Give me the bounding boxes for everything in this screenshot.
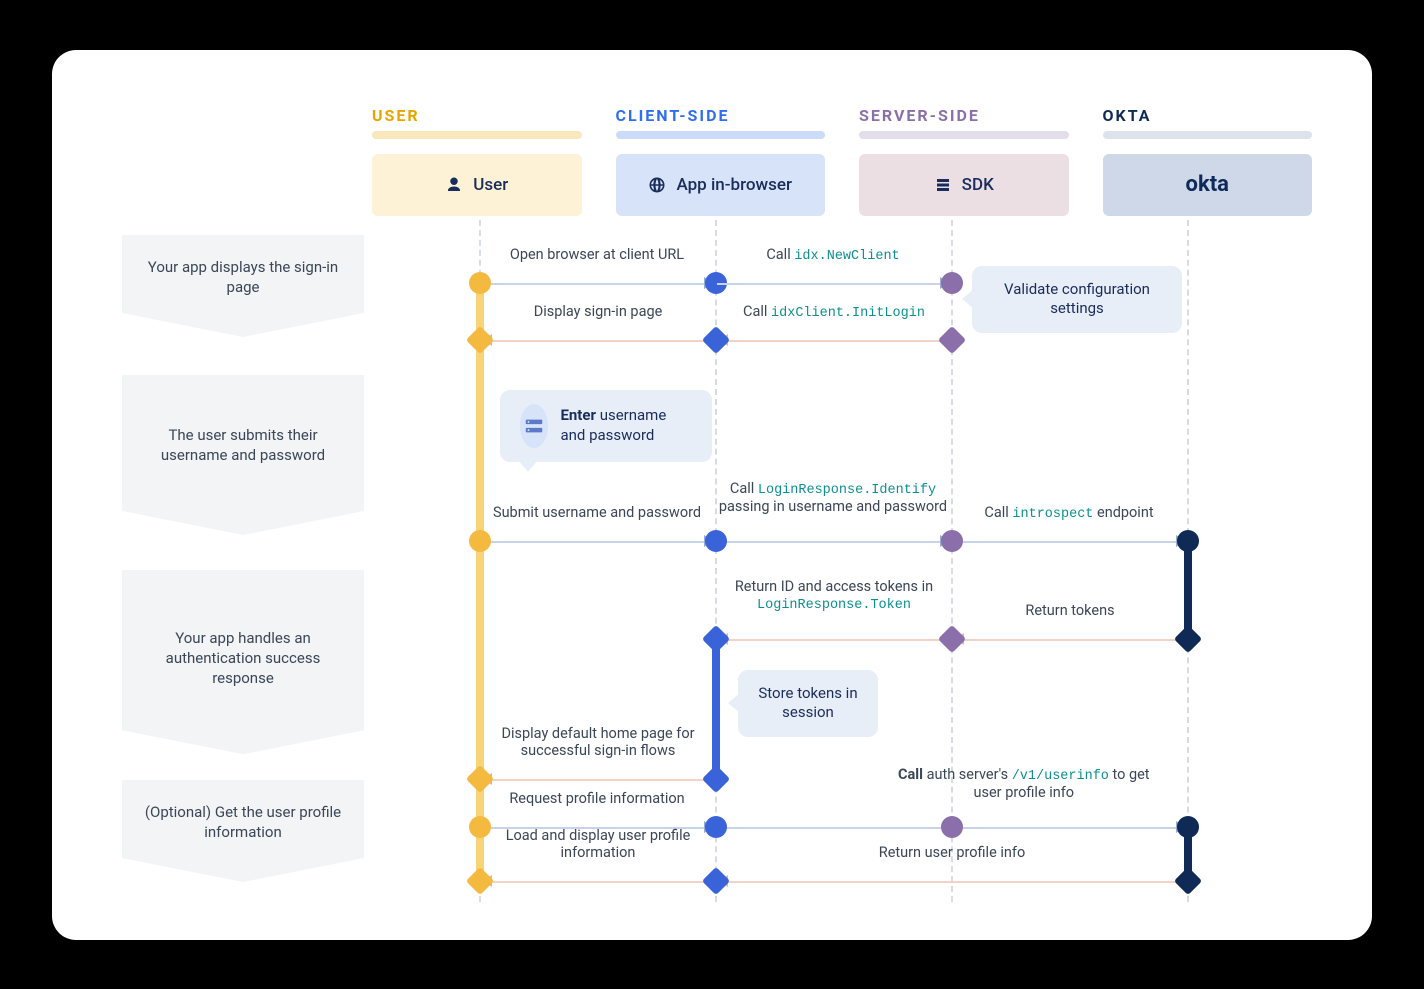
node-okta	[1177, 530, 1199, 552]
node-client	[705, 530, 727, 552]
activation-okta-1	[1184, 540, 1192, 640]
msg-label: Call auth server's /v1/userinfo to get u…	[884, 767, 1164, 801]
step-label: Your app handles an authentication succe…	[166, 629, 321, 688]
lane-header-server: SERVER-SIDE	[859, 106, 1069, 139]
msg-return-profile: Return user profile info	[719, 870, 1185, 892]
msg-label: Return ID and access tokens in LoginResp…	[719, 579, 949, 613]
msg-open-browser: Open browser at client URL	[481, 272, 713, 294]
msg-load-display-profile: Load and display user profile informatio…	[483, 870, 713, 892]
lane-headers: USER CLIENT-SIDE SERVER-SIDE OKTA	[372, 106, 1312, 139]
actor-row: User App in-browser SDK okta	[372, 154, 1312, 216]
lane-title: OKTA	[1103, 106, 1313, 125]
msg-display-home: Display default home page for successful…	[483, 768, 713, 790]
lane-underline	[616, 131, 826, 139]
actor-client: App in-browser	[616, 154, 826, 216]
actor-okta: okta	[1103, 154, 1313, 216]
msg-display-signin: Display sign-in page	[483, 329, 713, 351]
note-text: Enter username and password	[560, 406, 692, 445]
lane-header-client: CLIENT-SIDE	[616, 106, 826, 139]
step-1: Your app displays the sign-in page	[122, 235, 364, 338]
msg-label: Display sign-in page	[483, 303, 713, 320]
actor-user: User	[372, 154, 582, 216]
actor-server: SDK	[859, 154, 1069, 216]
lifeline-client	[715, 220, 717, 902]
msg-label: Call idxClient.InitLogin	[719, 303, 949, 321]
sdk-list-icon	[934, 176, 952, 194]
lane-title: USER	[372, 106, 582, 125]
msg-return-id-access: Return ID and access tokens in LoginResp…	[719, 628, 949, 650]
node-server	[941, 816, 963, 838]
msg-identify: Call LoginResponse.Identify passing in u…	[717, 530, 949, 552]
node-user	[469, 530, 491, 552]
lane-underline	[859, 131, 1069, 139]
lane-title: SERVER-SIDE	[859, 106, 1069, 125]
credentials-icon	[520, 404, 548, 448]
lane-title: CLIENT-SIDE	[616, 106, 826, 125]
msg-newclient: Call idx.NewClient	[717, 272, 949, 294]
msg-label: Request profile information	[481, 790, 713, 807]
msg-label: Return tokens	[955, 602, 1185, 619]
msg-label: Open browser at client URL	[481, 246, 713, 263]
msg-label: Display default home page for successful…	[483, 726, 713, 759]
msg-label: Call idx.NewClient	[717, 246, 949, 264]
step-3: Your app handles an authentication succe…	[122, 570, 364, 755]
msg-label: Call LoginResponse.Identify passing in u…	[717, 481, 949, 515]
step-label: (Optional) Get the user profile informat…	[145, 803, 341, 841]
note-enter-credentials: Enter username and password	[500, 390, 712, 462]
note-text: Validate configuration settings	[1004, 280, 1150, 318]
actor-label: SDK	[962, 175, 994, 195]
note-text: Store tokens in session	[758, 684, 857, 722]
msg-introspect: Call introspect endpoint	[953, 530, 1185, 552]
lane-underline	[1103, 131, 1313, 139]
sequence-diagram: USER CLIENT-SIDE SERVER-SIDE OKTA User A…	[52, 50, 1372, 940]
okta-logo-text: okta	[1186, 172, 1229, 197]
node-user	[469, 272, 491, 294]
msg-label: Return user profile info	[719, 844, 1185, 861]
step-4: (Optional) Get the user profile informat…	[122, 780, 364, 883]
msg-label: Submit username and password	[481, 504, 713, 521]
step-2: The user submits their username and pass…	[122, 375, 364, 536]
msg-initlogin: Call idxClient.InitLogin	[719, 329, 949, 351]
node-server	[941, 272, 963, 294]
msg-label: Call introspect endpoint	[953, 504, 1185, 522]
lane-header-user: USER	[372, 106, 582, 139]
lane-header-okta: OKTA	[1103, 106, 1313, 139]
browser-globe-icon	[648, 176, 666, 194]
note-store-tokens: Store tokens in session	[738, 670, 878, 737]
note-validate-config: Validate configuration settings	[972, 266, 1182, 333]
lane-underline	[372, 131, 582, 139]
node-okta	[1177, 816, 1199, 838]
step-label: Your app displays the sign-in page	[148, 258, 338, 296]
user-icon	[445, 176, 463, 194]
msg-return-tokens: Return tokens	[955, 628, 1185, 650]
step-label: The user submits their username and pass…	[161, 426, 325, 464]
actor-label: User	[473, 175, 508, 195]
msg-submit-credentials: Submit username and password	[481, 530, 713, 552]
node-server	[941, 530, 963, 552]
activation-client	[712, 638, 720, 778]
msg-label: Load and display user profile informatio…	[483, 828, 713, 861]
actor-label: App in-browser	[676, 175, 792, 195]
